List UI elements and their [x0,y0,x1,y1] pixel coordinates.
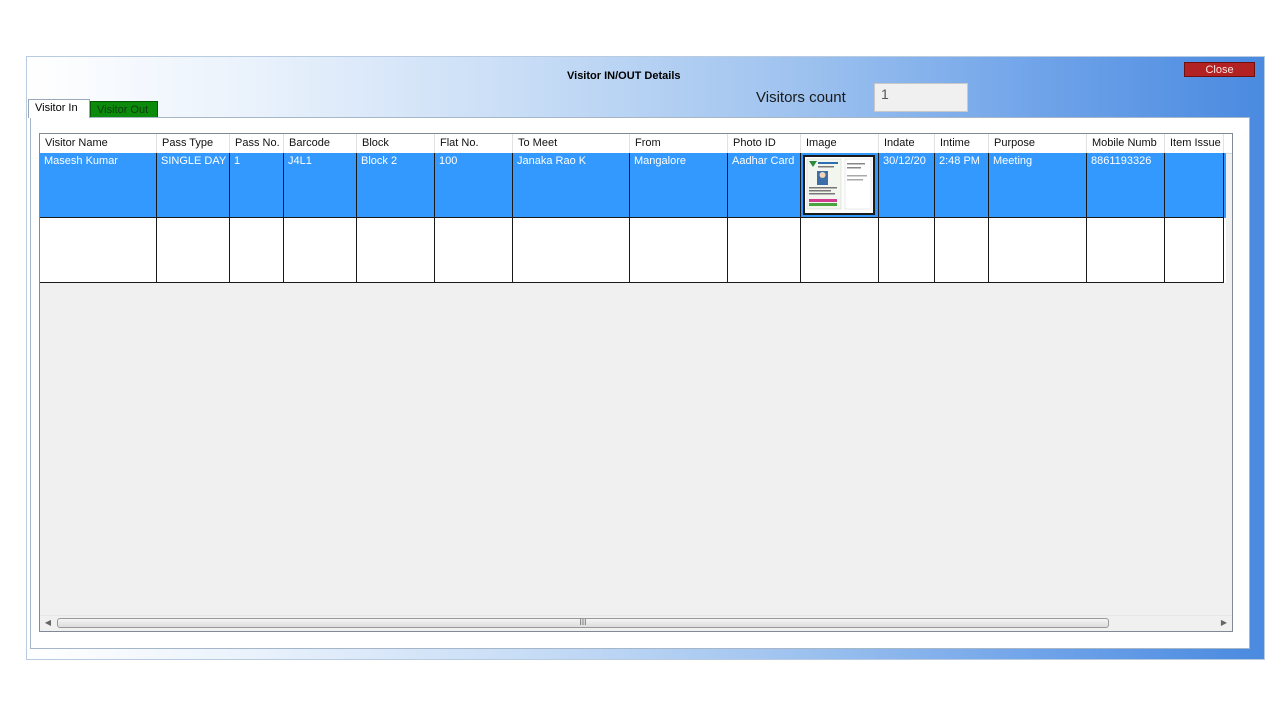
cell-image[interactable] [801,153,879,218]
cell-flat-no[interactable]: 100 [435,153,513,218]
cell-photo-id[interactable]: Aadhar Card [728,153,801,218]
empty-cell[interactable] [284,218,357,283]
empty-cell[interactable] [357,218,435,283]
scroll-right-arrow-icon[interactable]: ▶ [1218,618,1230,627]
visitors-count-field[interactable]: 1 [874,83,968,112]
visitor-grid: Visitor Name Pass Type Pass No. Barcode … [39,133,1233,632]
empty-cell[interactable] [879,218,935,283]
empty-cell[interactable] [935,218,989,283]
empty-cell[interactable] [1165,218,1224,283]
column-header-indate[interactable]: Indate [879,134,935,153]
visitor-details-window: Visitor IN/OUT Details Close Visitors co… [26,56,1265,660]
empty-cell[interactable] [157,218,230,283]
column-header-mobile[interactable]: Mobile Numb [1087,134,1165,153]
column-header-visitor-name[interactable]: Visitor Name [40,134,157,153]
scroll-left-arrow-icon[interactable]: ◀ [42,618,54,627]
empty-cell[interactable] [40,218,157,283]
table-row[interactable]: Masesh Kumar SINGLE DAY 1 J4L1 Block 2 1… [40,153,1226,218]
cell-from[interactable]: Mangalore [630,153,728,218]
visitor-in-panel: Visitor Name Pass Type Pass No. Barcode … [30,117,1250,649]
id-card-thumbnail[interactable] [803,155,875,215]
column-header-flat-no[interactable]: Flat No. [435,134,513,153]
cell-mobile[interactable]: 8861193326 [1087,153,1165,218]
close-button[interactable]: Close [1184,62,1255,77]
cell-intime[interactable]: 2:48 PM [935,153,989,218]
empty-cell[interactable] [989,218,1087,283]
column-header-to-meet[interactable]: To Meet [513,134,630,153]
empty-cell[interactable] [435,218,513,283]
cell-item-issue[interactable] [1165,153,1224,218]
cell-block[interactable]: Block 2 [357,153,435,218]
id-card-image-icon [805,157,873,213]
tab-visitor-in[interactable]: Visitor In [28,99,90,118]
empty-cell[interactable] [1087,218,1165,283]
column-header-pass-no[interactable]: Pass No. [230,134,284,153]
cell-pass-type[interactable]: SINGLE DAY [157,153,230,218]
cell-visitor-name[interactable]: Masesh Kumar [40,153,157,218]
table-row-new[interactable] [40,218,1226,283]
cell-barcode[interactable]: J4L1 [284,153,357,218]
cell-pass-no[interactable]: 1 [230,153,284,218]
visitors-count-label: Visitors count [756,89,846,106]
window-title: Visitor IN/OUT Details [567,70,681,82]
scrollbar-thumb[interactable]: III [57,618,1109,628]
column-header-from[interactable]: From [630,134,728,153]
column-header-purpose[interactable]: Purpose [989,134,1087,153]
column-header-pass-type[interactable]: Pass Type [157,134,230,153]
cell-purpose[interactable]: Meeting [989,153,1087,218]
cell-to-meet[interactable]: Janaka Rao K [513,153,630,218]
column-header-barcode[interactable]: Barcode [284,134,357,153]
column-header-intime[interactable]: Intime [935,134,989,153]
horizontal-scrollbar[interactable]: ◀ III ▶ [40,615,1232,631]
empty-cell[interactable] [630,218,728,283]
cell-indate[interactable]: 30/12/20 [879,153,935,218]
empty-cell[interactable] [513,218,630,283]
empty-cell[interactable] [230,218,284,283]
column-header-block[interactable]: Block [357,134,435,153]
grid-header: Visitor Name Pass Type Pass No. Barcode … [40,134,1232,154]
column-header-image[interactable]: Image [801,134,879,153]
empty-cell[interactable] [728,218,801,283]
column-header-photo-id[interactable]: Photo ID [728,134,801,153]
empty-cell[interactable] [801,218,879,283]
tab-visitor-out[interactable]: Visitor Out [90,101,158,118]
column-header-item-issue[interactable]: Item Issue [1165,134,1224,153]
